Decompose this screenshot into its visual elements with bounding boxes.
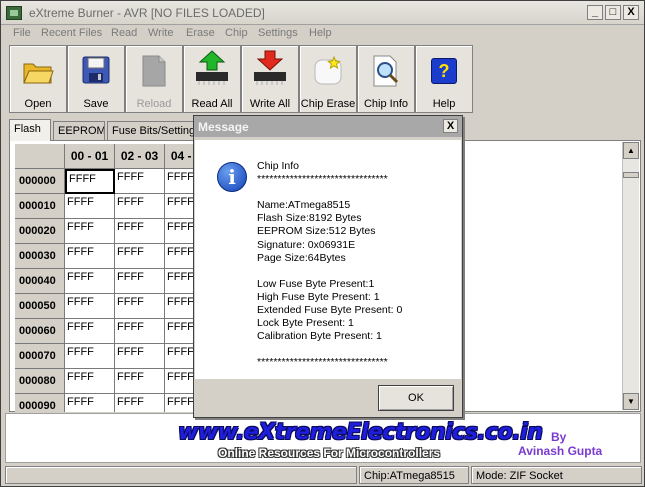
dialog-body: i Chip Info ****************************… — [195, 140, 461, 379]
dialog-title: Message — [198, 120, 249, 134]
hex-cell[interactable]: FFFF — [65, 169, 115, 194]
scroll-thumb[interactable] — [623, 172, 639, 178]
hex-cell[interactable]: FFFF — [65, 319, 115, 344]
chip-erase-label: Chip Erase — [300, 98, 356, 110]
app-chip-icon — [6, 6, 22, 20]
read-all-button[interactable]: Read All — [183, 45, 241, 113]
hex-cell[interactable]: FFFF — [65, 369, 115, 394]
status-mode: Mode: ZIF Socket — [471, 466, 642, 484]
row-address: 000020 — [15, 219, 65, 244]
save-label: Save — [83, 98, 109, 110]
help-label: Help — [432, 98, 456, 110]
status-main — [5, 466, 357, 484]
hex-cell[interactable]: FFFF — [115, 394, 165, 412]
hex-cell[interactable]: FFFF — [65, 194, 115, 219]
write-all-label: Write All — [249, 98, 291, 110]
status-bar: Chip:ATmega8515 Mode: ZIF Socket — [5, 465, 642, 485]
write-chip-icon — [254, 50, 286, 85]
menu-erase[interactable]: Erase — [186, 27, 215, 39]
row-address: 000090 — [15, 394, 65, 412]
banner-by: By — [551, 430, 567, 444]
website-banner: www.eXtremeElectronics.co.in Online Reso… — [5, 413, 641, 463]
tab-eeprom[interactable]: EEPROM — [53, 121, 105, 140]
row-address: 000050 — [15, 294, 65, 319]
menu-settings[interactable]: Settings — [258, 27, 298, 39]
hex-cell[interactable]: FFFF — [115, 344, 165, 369]
info-icon: i — [217, 162, 247, 192]
hex-cell[interactable]: FFFF — [115, 194, 165, 219]
minimize-button[interactable]: _ — [587, 5, 603, 20]
status-chip: Chip:ATmega8515 — [359, 466, 469, 484]
reload-button[interactable]: Reload — [125, 45, 183, 113]
banner-author: Avinash Gupta — [518, 444, 603, 458]
row-address: 000040 — [15, 269, 65, 294]
row-address: 000010 — [15, 194, 65, 219]
hex-cell[interactable]: FFFF — [115, 319, 165, 344]
hex-cell[interactable]: FFFF — [115, 269, 165, 294]
dialog-message: Chip Info ******************************… — [257, 160, 403, 369]
chip-erase-button[interactable]: Chip Erase — [299, 45, 357, 113]
read-all-label: Read All — [191, 98, 233, 110]
main-window: eXtreme Burner - AVR [NO FILES LOADED] _… — [0, 0, 645, 487]
hex-cell[interactable]: FFFF — [65, 219, 115, 244]
tab-fuse-bits[interactable]: Fuse Bits/Settings — [107, 121, 199, 140]
ok-button[interactable]: OK — [378, 385, 454, 411]
chip-info-button[interactable]: Chip Info — [357, 45, 415, 113]
read-chip-icon — [196, 50, 228, 85]
hex-cell[interactable]: FFFF — [65, 344, 115, 369]
folder-open-icon — [23, 63, 54, 84]
banner-site-url[interactable]: www.eXtremeElectronics.co.in — [178, 420, 543, 445]
column-header: 02 - 03 — [115, 144, 165, 169]
menu-chip[interactable]: Chip — [225, 27, 248, 39]
scroll-down-arrow-icon[interactable]: ▼ — [623, 393, 639, 410]
chip-info-label: Chip Info — [363, 98, 409, 110]
menu-file[interactable]: File — [13, 27, 31, 39]
hex-cell[interactable]: FFFF — [115, 219, 165, 244]
help-button[interactable]: ? Help — [415, 45, 473, 113]
document-icon — [142, 55, 166, 87]
row-address: 000070 — [15, 344, 65, 369]
menu-help[interactable]: Help — [309, 27, 332, 39]
dialog-close-button[interactable]: X — [443, 119, 458, 133]
message-dialog: Message X i Chip Info ******************… — [193, 115, 463, 418]
row-address: 000000 — [15, 169, 65, 194]
hex-cell[interactable]: FFFF — [115, 294, 165, 319]
vertical-scrollbar[interactable]: ▲ ▼ — [622, 142, 639, 410]
hex-cell[interactable]: FFFF — [115, 244, 165, 269]
scroll-up-arrow-icon[interactable]: ▲ — [623, 142, 639, 159]
reload-label: Reload — [136, 98, 172, 110]
open-button[interactable]: Open — [9, 45, 67, 113]
hex-cell[interactable]: FFFF — [65, 269, 115, 294]
floppy-disk-icon — [82, 56, 110, 84]
hex-grid[interactable]: 00 - 01 02 - 03 04 - 05 000000FFFFFFFFFF… — [15, 144, 197, 412]
hex-cell[interactable]: FFFF — [115, 169, 165, 194]
hex-cell[interactable]: FFFF — [115, 369, 165, 394]
dialog-title-bar[interactable]: Message X — [194, 116, 462, 137]
hex-cell[interactable]: FFFF — [65, 294, 115, 319]
toolbar: Open Save Reload Read All Write All Chip… — [5, 44, 641, 114]
menu-recent-files[interactable]: Recent Files — [41, 27, 102, 39]
window-title: eXtreme Burner - AVR [NO FILES LOADED] — [29, 6, 265, 20]
save-button[interactable]: Save — [67, 45, 125, 113]
hex-cell[interactable]: FFFF — [65, 394, 115, 412]
grid-corner — [15, 144, 65, 169]
menu-write[interactable]: Write — [148, 27, 173, 39]
row-address: 000030 — [15, 244, 65, 269]
banner-tagline: Online Resources For Microcontrollers — [218, 446, 441, 460]
column-header: 00 - 01 — [65, 144, 115, 169]
maximize-button[interactable]: □ — [605, 5, 621, 20]
help-icon: ? — [431, 58, 457, 84]
menu-read[interactable]: Read — [111, 27, 137, 39]
row-address: 000080 — [15, 369, 65, 394]
hex-cell[interactable]: FFFF — [65, 244, 115, 269]
write-all-button[interactable]: Write All — [241, 45, 299, 113]
magnifier-document-icon — [373, 55, 399, 87]
close-button[interactable]: X — [623, 5, 639, 20]
tab-flash[interactable]: Flash — [9, 119, 51, 141]
title-bar[interactable]: eXtreme Burner - AVR [NO FILES LOADED] _… — [1, 1, 644, 25]
eraser-star-icon — [314, 55, 342, 85]
row-address: 000060 — [15, 319, 65, 344]
open-label: Open — [24, 98, 52, 110]
menu-bar: File Recent Files Read Write Erase Chip … — [1, 25, 644, 43]
